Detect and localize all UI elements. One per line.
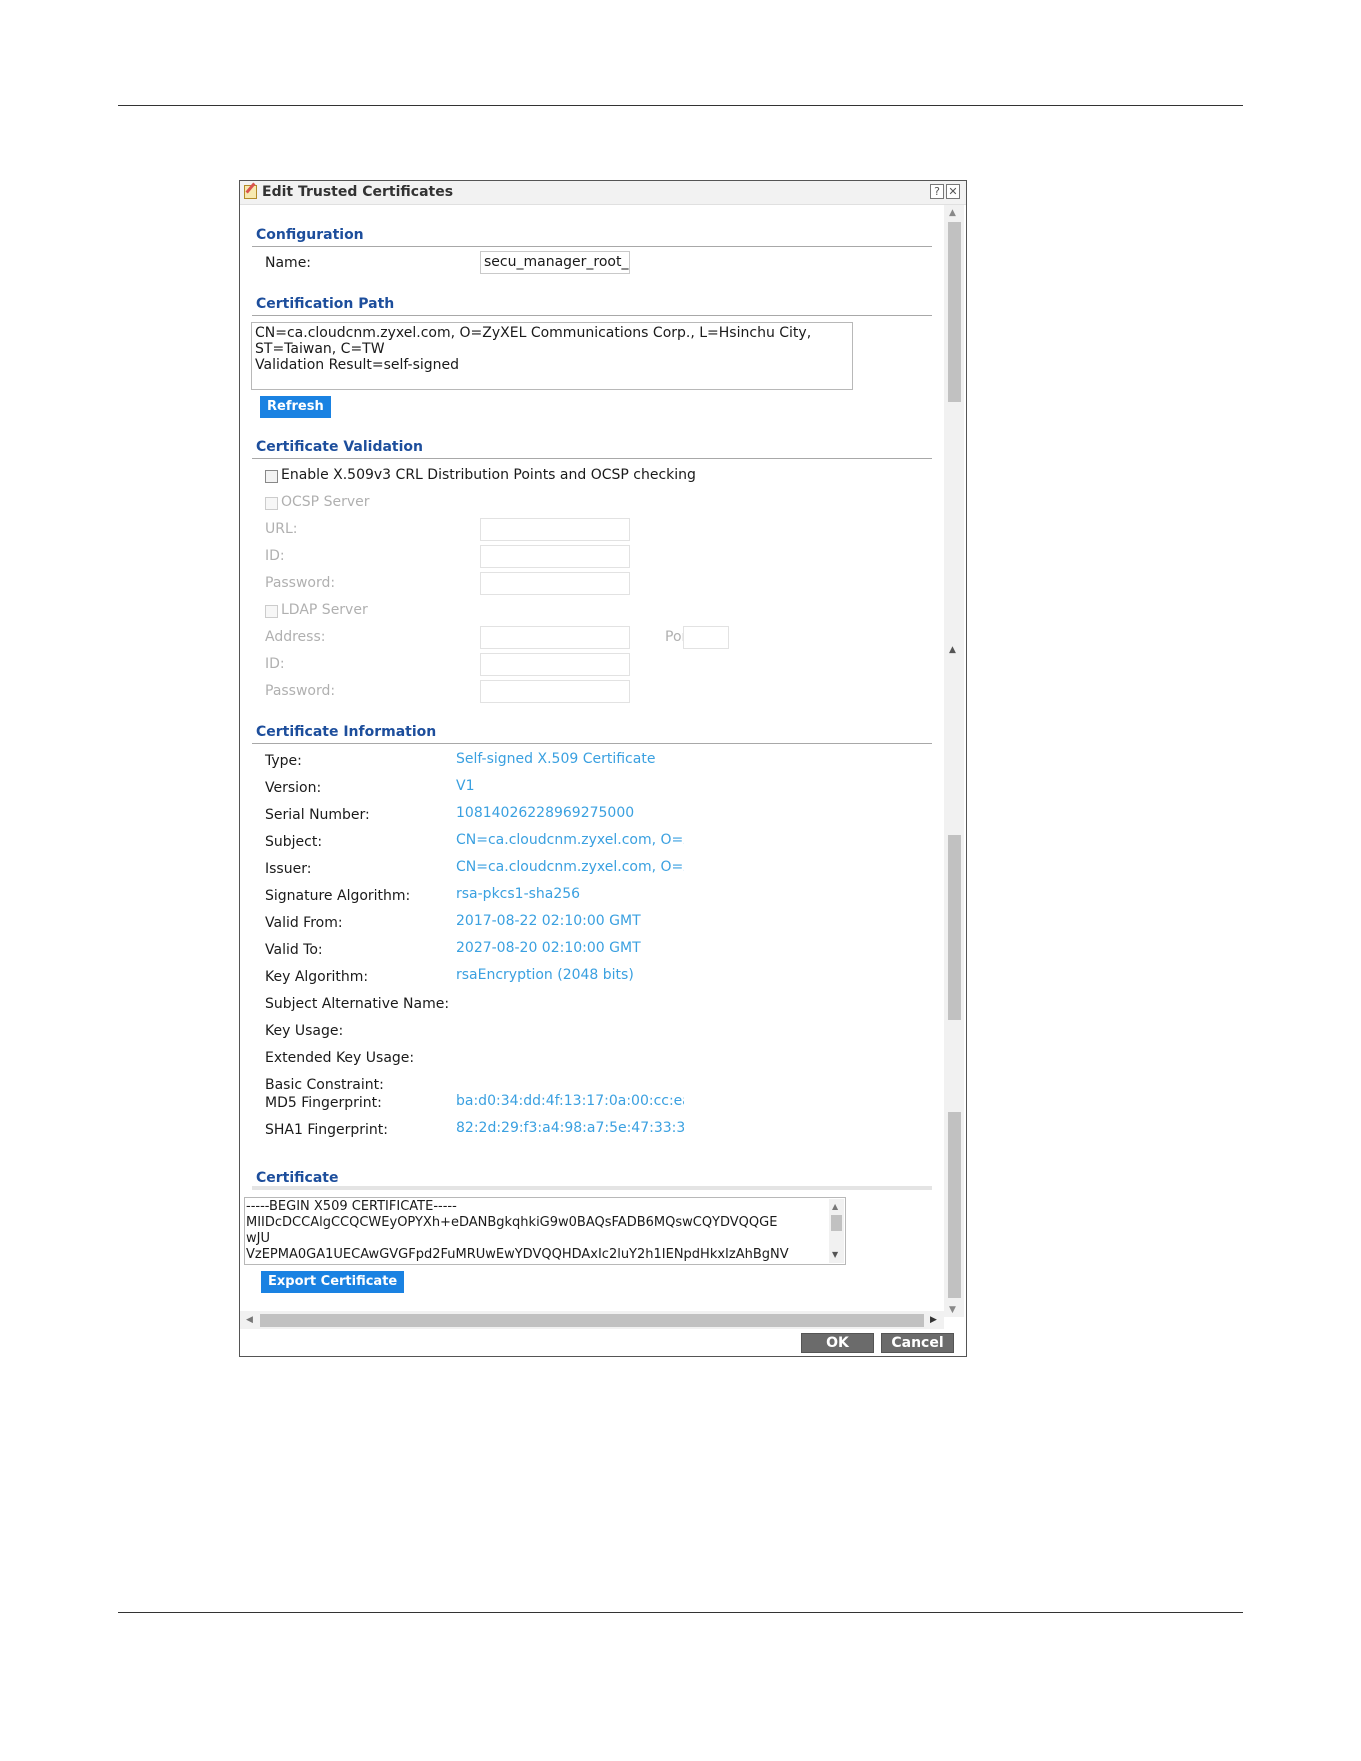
info-value-serial-number: 10814026228969275000	[456, 805, 635, 821]
scroll-down-icon[interactable]: ▼	[832, 1247, 838, 1263]
certification-path-box: CN=ca.cloudcnm.zyxel.com, O=ZyXEL Commun…	[251, 322, 853, 390]
name-label: Name:	[265, 255, 312, 271]
ocsp-id-input[interactable]	[480, 545, 630, 568]
ocsp-server-checkbox[interactable]	[265, 497, 278, 510]
ocsp-url-input[interactable]	[480, 518, 630, 541]
info-label-issuer: Issuer:	[265, 861, 312, 877]
scroll-thumb[interactable]	[260, 1314, 924, 1327]
info-value-key-algorithm: rsaEncryption (2048 bits)	[456, 967, 634, 983]
ocsp-url-label: URL:	[265, 521, 298, 537]
info-value-version: V1	[456, 778, 475, 794]
scroll-left-icon[interactable]: ◀	[246, 1315, 253, 1325]
ldap-password-label: Password:	[265, 683, 336, 699]
info-label-subject: Subject:	[265, 834, 323, 850]
certification-path-line: ST=Taiwan, C=TW	[255, 341, 385, 357]
page-header-rule	[118, 105, 1243, 106]
info-label-type: Type:	[265, 753, 302, 769]
certification-path-line: Validation Result=self-signed	[255, 357, 460, 373]
certification-path-heading: Certification Path	[256, 296, 395, 312]
configuration-heading: Configuration	[256, 227, 364, 243]
scroll-right-icon[interactable]: ▶	[930, 1315, 937, 1325]
ldap-address-input[interactable]	[480, 626, 630, 649]
ok-button[interactable]: OK	[801, 1333, 874, 1353]
ocsp-id-label: ID:	[265, 548, 285, 564]
info-label-key-algorithm: Key Algorithm:	[265, 969, 369, 985]
ldap-id-label: ID:	[265, 656, 285, 672]
scroll-down-icon[interactable]: ▼	[949, 1305, 956, 1315]
ldap-password-input[interactable]	[480, 680, 630, 703]
certificate-line: -----BEGIN X509 CERTIFICATE-----	[246, 1199, 457, 1214]
info-label-sha1-fingerprint: SHA1 Fingerprint:	[265, 1122, 389, 1138]
certification-path-line: CN=ca.cloudcnm.zyxel.com, O=ZyXEL Commun…	[255, 325, 812, 341]
info-value-valid-to: 2027-08-20 02:10:00 GMT	[456, 940, 641, 956]
ldap-id-input[interactable]	[480, 653, 630, 676]
info-label-basic-constraint: Basic Constraint:	[265, 1077, 384, 1093]
info-value-issuer: CN=ca.cloudcnm.zyxel.com, O=Z	[456, 859, 684, 875]
certificate-information-heading: Certificate Information	[256, 724, 437, 740]
info-label-key-usage: Key Usage:	[265, 1023, 344, 1039]
certificate-validation-heading: Certificate Validation	[256, 439, 424, 455]
dialog-vertical-scrollbar[interactable]: ▲ ▲ ▼	[944, 205, 964, 1317]
ldap-port-input[interactable]	[683, 626, 729, 649]
dialog-titlebar: Edit Trusted Certificates ? ✕	[240, 181, 966, 205]
dialog-title: Edit Trusted Certificates	[262, 184, 454, 200]
ldap-server-checkbox[interactable]	[265, 605, 278, 618]
help-icon[interactable]: ?	[930, 184, 944, 199]
info-label-serial-number: Serial Number:	[265, 807, 370, 823]
certificate-divider	[252, 1186, 932, 1190]
configuration-divider	[252, 246, 932, 247]
info-value-subject: CN=ca.cloudcnm.zyxel.com, O=Z	[456, 832, 684, 848]
scroll-up-icon[interactable]: ▲	[949, 208, 956, 218]
info-value-sha1-fingerprint: 82:2d:29:f3:a4:98:a7:5e:47:33:33:1(	[456, 1120, 684, 1136]
scroll-thumb[interactable]	[948, 222, 961, 402]
certificate-information-divider	[252, 743, 932, 744]
close-icon[interactable]: ✕	[946, 184, 960, 199]
ldap-address-label: Address:	[265, 629, 326, 645]
certificate-line: VzEPMA0GA1UECAwGVGFpd2FuMRUwEwYDVQQHDAxI…	[246, 1247, 789, 1262]
info-label-valid-from: Valid From:	[265, 915, 343, 931]
scroll-thumb[interactable]	[831, 1215, 842, 1231]
scroll-up-icon[interactable]: ▲	[949, 645, 956, 655]
certificate-line: wJU	[246, 1231, 270, 1246]
dialog-horizontal-scrollbar[interactable]: ◀ ▶	[240, 1311, 944, 1329]
ldap-server-label: LDAP Server	[281, 602, 368, 618]
certificate-textarea-scrollbar[interactable]: ▲ ▼	[829, 1199, 844, 1263]
info-value-valid-from: 2017-08-22 02:10:00 GMT	[456, 913, 641, 929]
certificate-textarea[interactable]: -----BEGIN X509 CERTIFICATE----- MIIDcDC…	[244, 1197, 846, 1265]
info-value-type: Self-signed X.509 Certificate	[456, 751, 656, 767]
scroll-up-icon[interactable]: ▲	[832, 1199, 838, 1215]
scroll-thumb[interactable]	[948, 1112, 961, 1298]
info-label-valid-to: Valid To:	[265, 942, 323, 958]
cancel-button[interactable]: Cancel	[881, 1333, 954, 1353]
page-footer-rule	[118, 1612, 1243, 1613]
info-label-subject-alternative-name: Subject Alternative Name:	[265, 996, 450, 1012]
refresh-button[interactable]: Refresh	[260, 396, 331, 418]
enable-crl-ocsp-label: Enable X.509v3 CRL Distribution Points a…	[281, 467, 696, 483]
edit-icon	[244, 185, 257, 199]
enable-crl-ocsp-checkbox[interactable]	[265, 470, 278, 483]
info-value-md5-fingerprint: ba:d0:34:dd:4f:13:17:0a:00:cc:ea:(	[456, 1093, 684, 1109]
certification-path-divider	[252, 315, 932, 316]
info-label-signature-algorithm: Signature Algorithm:	[265, 888, 411, 904]
info-label-version: Version:	[265, 780, 322, 796]
certificate-line: MIIDcDCCAlgCCQCWEyOPYXh+eDANBgkqhkiG9w0B…	[246, 1215, 778, 1230]
certificate-heading: Certificate	[256, 1170, 339, 1186]
ocsp-password-input[interactable]	[480, 572, 630, 595]
scroll-thumb[interactable]	[948, 835, 961, 1020]
info-label-extended-key-usage: Extended Key Usage:	[265, 1050, 415, 1066]
info-label-md5-fingerprint: MD5 Fingerprint:	[265, 1095, 382, 1111]
certificate-validation-divider	[252, 458, 932, 459]
ocsp-password-label: Password:	[265, 575, 336, 591]
info-value-signature-algorithm: rsa-pkcs1-sha256	[456, 886, 581, 902]
edit-trusted-certificates-dialog: Edit Trusted Certificates ? ✕ Configurat…	[239, 180, 967, 1357]
name-input[interactable]: secu_manager_root_	[480, 251, 630, 274]
ocsp-server-label: OCSP Server	[281, 494, 370, 510]
export-certificate-button[interactable]: Export Certificate	[261, 1271, 405, 1293]
